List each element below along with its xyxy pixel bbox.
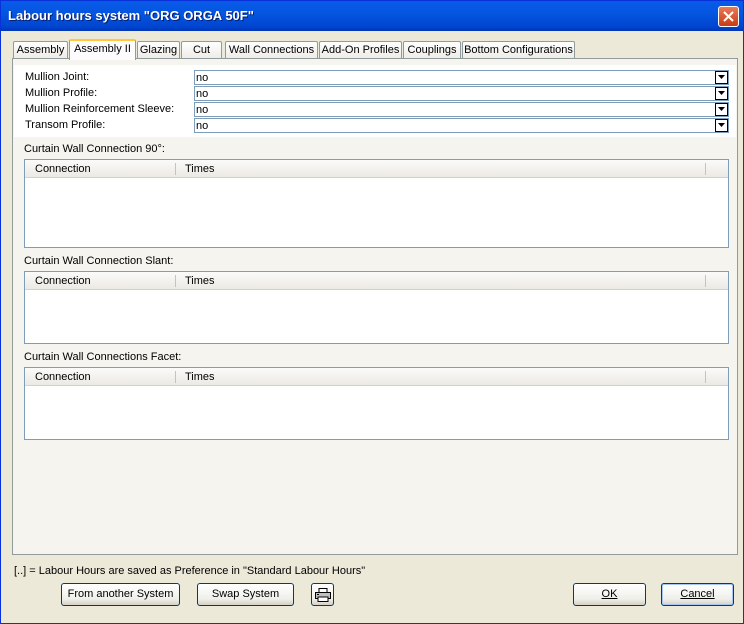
mullion-profile-select[interactable]: no bbox=[194, 86, 729, 101]
column-separator[interactable] bbox=[705, 371, 706, 383]
preference-note: [..] = Labour Hours are saved as Prefere… bbox=[14, 565, 366, 577]
tab-add-on-profiles[interactable]: Add-On Profiles bbox=[319, 41, 402, 59]
window-title: Labour hours system "ORG ORGA 50F" bbox=[8, 8, 254, 23]
list-header: Connection Times bbox=[25, 272, 728, 290]
column-connection[interactable]: Connection bbox=[35, 371, 91, 383]
mullion-profile-label: Mullion Profile: bbox=[25, 87, 98, 99]
connection-90-list[interactable]: Connection Times bbox=[24, 159, 729, 248]
tab-bottom-configurations[interactable]: Bottom Configurations bbox=[462, 41, 575, 59]
connection-facet-list[interactable]: Connection Times bbox=[24, 367, 729, 440]
chevron-down-icon bbox=[718, 75, 725, 79]
mullion-reinforcement-sleeve-value: no bbox=[196, 104, 209, 116]
column-separator[interactable] bbox=[175, 163, 176, 175]
title-bar[interactable]: Labour hours system "ORG ORGA 50F" bbox=[1, 1, 743, 31]
from-another-system-button[interactable]: From another System bbox=[61, 583, 180, 606]
column-separator[interactable] bbox=[705, 275, 706, 287]
column-separator[interactable] bbox=[175, 275, 176, 287]
close-icon bbox=[723, 11, 734, 22]
column-separator[interactable] bbox=[175, 371, 176, 383]
dialog-window: Labour hours system "ORG ORGA 50F" Assem… bbox=[0, 0, 744, 624]
printer-icon bbox=[315, 588, 331, 602]
cancel-button[interactable]: Cancel bbox=[661, 583, 734, 606]
close-button[interactable] bbox=[718, 6, 739, 27]
tab-assembly[interactable]: Assembly bbox=[13, 41, 68, 59]
list-header: Connection Times bbox=[25, 160, 728, 178]
fields-area: Mullion Joint: no Mullion Profile: no Mu… bbox=[14, 65, 736, 137]
list-header: Connection Times bbox=[25, 368, 728, 386]
column-times[interactable]: Times bbox=[185, 371, 215, 383]
transom-profile-select[interactable]: no bbox=[194, 118, 729, 133]
section-title-90: Curtain Wall Connection 90°: bbox=[24, 143, 165, 155]
column-connection[interactable]: Connection bbox=[35, 163, 91, 175]
print-button[interactable] bbox=[311, 583, 334, 606]
transom-profile-value: no bbox=[196, 120, 209, 132]
column-connection[interactable]: Connection bbox=[35, 275, 91, 287]
section-title-facet: Curtain Wall Connections Facet: bbox=[24, 351, 182, 363]
tab-wall-connections[interactable]: Wall Connections bbox=[225, 41, 318, 59]
mullion-reinforcement-sleeve-dropdown[interactable] bbox=[715, 103, 728, 116]
mullion-reinforcement-sleeve-select[interactable]: no bbox=[194, 102, 729, 117]
ok-button-label: OK bbox=[601, 588, 618, 600]
tab-assembly-ii[interactable]: Assembly II bbox=[69, 39, 136, 60]
tab-cut[interactable]: Cut bbox=[181, 41, 222, 59]
tab-couplings[interactable]: Couplings bbox=[403, 41, 461, 59]
transom-profile-label: Transom Profile: bbox=[25, 119, 106, 131]
mullion-joint-label: Mullion Joint: bbox=[25, 71, 90, 83]
mullion-reinforcement-sleeve-label: Mullion Reinforcement Sleeve: bbox=[25, 103, 175, 115]
mullion-joint-select[interactable]: no bbox=[194, 70, 729, 85]
transom-profile-dropdown[interactable] bbox=[715, 119, 728, 132]
swap-system-button[interactable]: Swap System bbox=[197, 583, 294, 606]
mullion-joint-value: no bbox=[196, 72, 209, 84]
connection-slant-list[interactable]: Connection Times bbox=[24, 271, 729, 344]
chevron-down-icon bbox=[718, 107, 725, 111]
chevron-down-icon bbox=[718, 91, 725, 95]
mullion-profile-dropdown[interactable] bbox=[715, 87, 728, 100]
mullion-profile-value: no bbox=[196, 88, 209, 100]
tab-glazing[interactable]: Glazing bbox=[137, 41, 180, 59]
column-times[interactable]: Times bbox=[185, 275, 215, 287]
mullion-joint-dropdown[interactable] bbox=[715, 71, 728, 84]
section-title-slant: Curtain Wall Connection Slant: bbox=[24, 255, 174, 267]
column-separator[interactable] bbox=[705, 163, 706, 175]
cancel-button-label: Cancel bbox=[680, 588, 715, 600]
column-times[interactable]: Times bbox=[185, 163, 215, 175]
chevron-down-icon bbox=[718, 123, 725, 127]
ok-button[interactable]: OK bbox=[573, 583, 646, 606]
tab-panel: Mullion Joint: no Mullion Profile: no Mu… bbox=[12, 58, 738, 555]
